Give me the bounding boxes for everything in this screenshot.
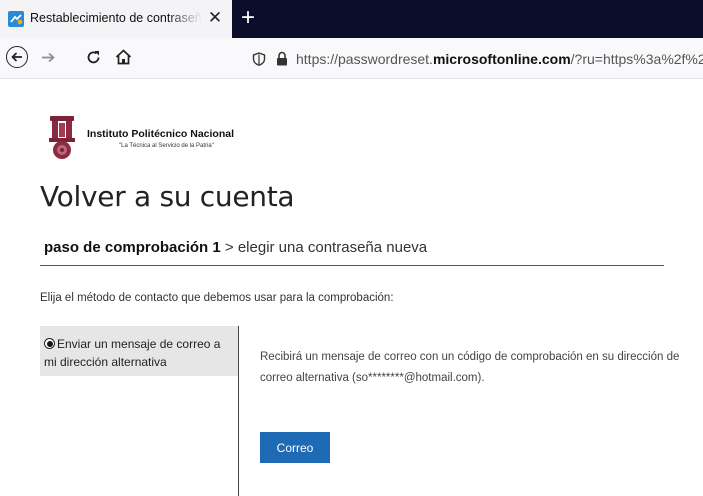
url-bar[interactable]: https://passwordreset.microsoftonline.co…	[296, 51, 703, 67]
home-button[interactable]	[112, 44, 140, 72]
url-domain: microsoftonline.com	[432, 51, 571, 67]
method-detail-text: Recibirá un mensaje de correo con un cód…	[260, 351, 680, 384]
reload-button[interactable]	[82, 44, 110, 72]
home-icon	[115, 49, 132, 65]
tracking-protection-shield-icon[interactable]	[252, 52, 266, 66]
microsoft-account-icon	[8, 11, 24, 27]
close-icon[interactable]: ✕	[206, 9, 224, 27]
url-prefix: https://passwordreset.	[296, 51, 433, 67]
url-suffix: /?ru=https%3a%2f%2f	[570, 51, 703, 67]
forward-arrow-icon	[42, 52, 55, 63]
step-current: paso de comprobación 1	[44, 239, 221, 256]
method-option-label: Enviar un mensaje de correo a mi direcci…	[44, 337, 221, 369]
step-divider	[40, 265, 664, 266]
tab-title: Restablecimiento de contraseña	[30, 11, 202, 25]
step-next: elegir una contraseña nueva	[237, 239, 428, 256]
back-button[interactable]	[4, 44, 32, 72]
organization-name: Instituto Politécnico Nacional	[87, 128, 235, 140]
page-title: Volver a su cuenta	[40, 180, 295, 213]
step-breadcrumb: paso de comprobación 1 > elegir una cont…	[44, 239, 427, 256]
contact-method-list: Enviar un mensaje de correo a mi direcci…	[40, 326, 239, 496]
step-separator: >	[220, 239, 238, 256]
send-email-button[interactable]: Correo	[260, 432, 330, 463]
lock-icon[interactable]	[276, 51, 288, 66]
reload-icon	[87, 51, 100, 64]
back-arrow-glyph	[11, 52, 22, 62]
new-tab-button[interactable]: +	[234, 4, 262, 32]
organization-tagline: "La Técnica al Servicio de la Patria"	[119, 143, 214, 149]
browser-tab[interactable]: Restablecimiento de contraseña ✕	[0, 0, 232, 38]
method-option-alternate-email[interactable]: Enviar un mensaje de correo a mi direcci…	[40, 326, 238, 376]
tab-strip: Restablecimiento de contraseña ✕ +	[0, 0, 703, 38]
ipn-logo	[49, 116, 75, 159]
radio-selected-icon[interactable]	[44, 338, 55, 349]
forward-button[interactable]	[38, 44, 66, 72]
contact-method-instruction: Elija el método de contacto que debemos …	[40, 292, 394, 304]
